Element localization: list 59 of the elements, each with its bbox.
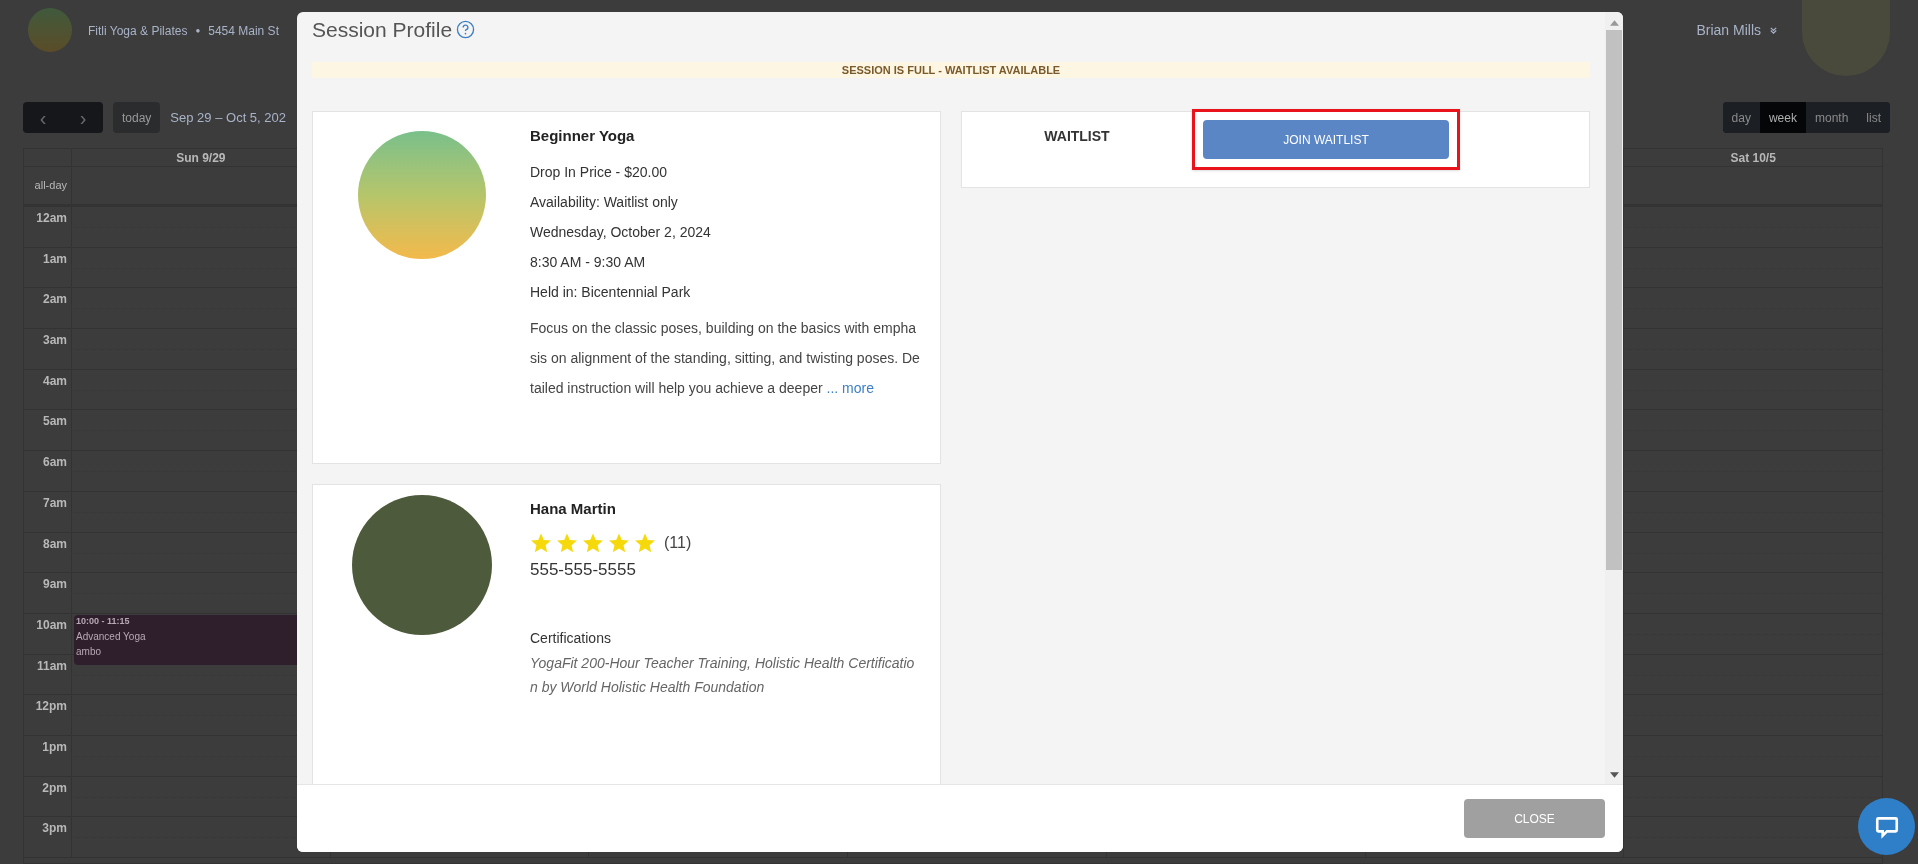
scroll-up-icon[interactable] [1609,20,1619,26]
day-header: Sat 10/5 [1730,150,1776,167]
session-description: Focus on the classic poses, building on the basics with emphasis on alignment of the standing, sitting, and twisting poses. Detailed instruction will help you achieve a deeper ... more [530,318,921,398]
session-name: Beginner Yoga [530,126,636,146]
hour-label: 11am [36,657,67,675]
certifications-text: YogaFit 200-Hour Teacher Training, Holistic Health Certification by World Holistic Health Foundation [530,654,916,697]
view-tab[interactable]: week [1759,102,1806,133]
session-detail: Held in: Bicentennial Park [530,282,692,302]
hour-label: 6am [42,454,67,472]
all-day-label: all-day [34,178,67,194]
review-count: (11) [664,532,692,553]
hour-label: 1am [42,250,67,268]
hour-label: 5am [42,413,67,431]
separator-dot: ● [195,25,201,37]
studio-address: 5454 Main St [208,23,279,40]
banner-text: SESSION IS FULL - WAITLIST AVAILABLE [841,62,1061,78]
event-location: ambo [76,644,102,659]
instructor-phone: 555-555-5555 [530,558,637,581]
session-detail: Availability: Waitlist only [530,192,679,212]
scroll-down-icon[interactable] [1609,772,1619,778]
waitlist-label: WAITLIST [1043,127,1111,146]
hour-label: 12am [36,210,67,227]
session-detail: 8:30 AM - 9:30 AM [530,252,647,272]
user-name[interactable]: Brian Mills [1696,20,1761,41]
help-icon[interactable] [456,20,476,40]
hour-label: 2pm [42,779,67,797]
hour-label: 9am [42,576,67,594]
day-header: Sun 9/29 [176,150,226,167]
chevron-down-icon[interactable] [1769,26,1778,35]
scrollbar-thumb[interactable] [1606,30,1622,570]
date-range: Sep 29 – Oct 5, 202 [170,109,286,127]
certifications-label: Certifications [530,629,612,648]
next-button[interactable]: › [63,102,103,133]
hour-label: 10am [36,616,67,634]
instructor-name: Hana Martin [530,499,617,519]
view-tab[interactable]: day [1722,102,1760,133]
session-detail: Wednesday, October 2, 2024 [530,222,712,242]
more-link[interactable]: ... more [826,379,874,396]
hour-label: 12pm [35,698,67,716]
event-time: 10:00 - 11:15 [76,615,131,628]
join-waitlist-button[interactable]: JOIN WAITLIST [1203,120,1449,159]
hour-label: 8am [42,535,67,553]
event-title: Advanced Yoga [76,629,147,644]
scrollbar[interactable] [1605,12,1623,784]
hour-label: 3am [42,332,67,350]
studio-name: Fitli Yoga & Pilates [88,23,188,40]
view-tab[interactable]: month [1805,102,1858,133]
today-button[interactable]: today [113,102,161,133]
session-detail: Drop In Price - $20.00 [530,162,668,182]
view-tab[interactable]: list [1857,102,1890,133]
hour-label: 2am [42,291,67,309]
previous-button[interactable]: ‹ [23,102,63,133]
dialog-title: Session Profile [312,17,453,43]
close-button[interactable]: CLOSE [1464,799,1605,838]
hour-label: 1pm [42,738,67,756]
studio-logo [28,8,72,52]
hour-label: 4am [42,372,67,390]
hour-label: 7am [42,494,67,512]
hour-label: 3pm [42,820,67,838]
